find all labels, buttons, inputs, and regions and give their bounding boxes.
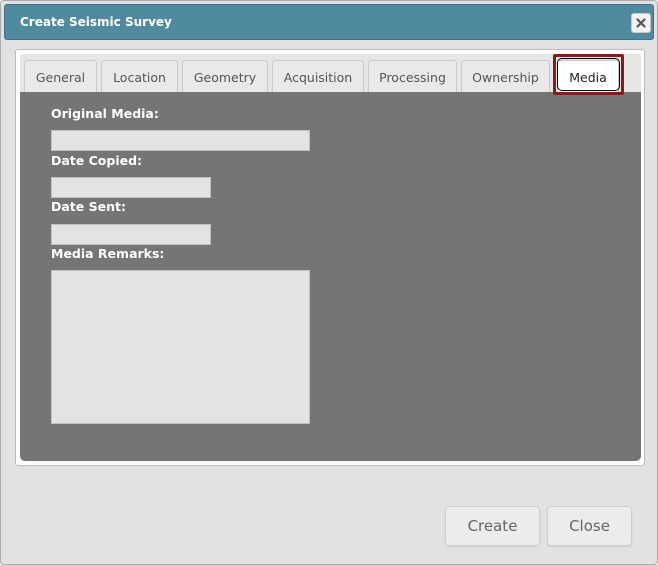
tab-ownership[interactable]: Ownership: [461, 60, 550, 94]
tab-strip: General Location Geometry Acquisition Pr…: [20, 54, 641, 94]
date-copied-label: Date Copied:: [51, 153, 143, 168]
close-button[interactable]: [631, 13, 651, 33]
media-tab-panel: Original Media: Date Copied: Date Sent: …: [20, 92, 641, 461]
dialog-title: Create Seismic Survey: [20, 15, 172, 29]
create-seismic-survey-dialog: Create Seismic Survey General Location G…: [0, 0, 658, 565]
tab-location[interactable]: Location: [101, 60, 178, 94]
tab-geometry[interactable]: Geometry: [182, 60, 268, 94]
media-remarks-label: Media Remarks:: [51, 246, 165, 261]
tab-processing[interactable]: Processing: [368, 60, 457, 94]
original-media-label: Original Media:: [51, 106, 159, 121]
tab-general[interactable]: General: [24, 60, 97, 94]
tab-media[interactable]: Media: [557, 60, 619, 94]
date-copied-input[interactable]: [51, 177, 211, 198]
date-sent-label: Date Sent:: [51, 199, 126, 214]
original-media-input[interactable]: [51, 130, 310, 151]
close-dialog-button[interactable]: Close: [547, 506, 632, 546]
dialog-titlebar[interactable]: Create Seismic Survey: [4, 4, 654, 40]
date-sent-input[interactable]: [51, 224, 211, 245]
tab-acquisition[interactable]: Acquisition: [272, 60, 364, 94]
create-button[interactable]: Create: [445, 506, 540, 546]
close-icon: [636, 18, 646, 28]
media-remarks-textarea[interactable]: [51, 270, 310, 424]
dialog-content: General Location Geometry Acquisition Pr…: [15, 49, 645, 466]
